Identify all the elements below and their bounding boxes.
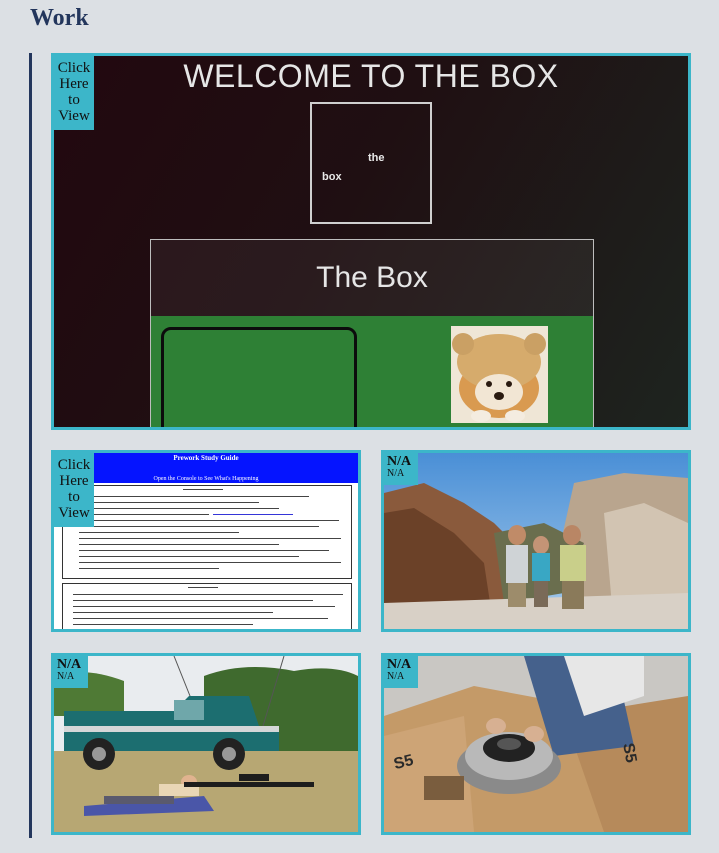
project-card-the-box[interactable]: WELCOME TO THE BOX the box The Box Click…: [51, 53, 691, 430]
project-card-hikers[interactable]: N/A N/A: [381, 450, 691, 632]
na-tag-title: N/A: [387, 657, 412, 672]
na-tag-subtitle: N/A: [57, 671, 75, 682]
box-welcome-heading: WELCOME TO THE BOX: [183, 58, 559, 94]
hikers-photo: [384, 453, 688, 629]
na-tag-title: N/A: [57, 657, 82, 672]
view-tag-line: Here: [59, 473, 89, 489]
guide-heading: Prework Study Guide: [54, 453, 358, 475]
view-tag-line: Here: [59, 76, 89, 92]
section-title: Work: [30, 5, 89, 31]
box-print-right: S5: [619, 741, 640, 765]
na-tag: N/A N/A: [54, 656, 88, 688]
na-tag: N/A N/A: [384, 453, 418, 485]
view-tag[interactable]: Click Here to View: [54, 56, 94, 130]
rotor-photo: S5 S5: [384, 656, 688, 832]
view-tag-line: Click: [57, 457, 91, 473]
box-banner: The Box: [150, 239, 594, 317]
box-logo-the: the: [368, 152, 385, 164]
project-card-rotor[interactable]: S5 S5 N/A N/A: [381, 653, 691, 835]
box-logo: the box: [310, 102, 432, 224]
section-divider: [29, 53, 32, 838]
view-tag[interactable]: Click Here to View: [54, 453, 94, 527]
na-tag: N/A N/A: [384, 656, 418, 688]
guide-subheading: Open the Console to See What's Happening: [54, 475, 358, 483]
na-tag-subtitle: N/A: [387, 468, 405, 479]
box-panel: [161, 327, 357, 427]
shiba-bear-hat-image: [451, 326, 548, 423]
view-tag-line: View: [58, 505, 90, 521]
na-tag-subtitle: N/A: [387, 671, 405, 682]
project-screenshot-study-guide: Prework Study Guide Open the Console to …: [54, 453, 358, 629]
guide-section-css: [62, 583, 352, 629]
box-content-area: [150, 316, 594, 427]
na-tag-title: N/A: [387, 454, 412, 469]
project-card-rifle[interactable]: N/A N/A: [51, 653, 361, 835]
project-card-study-guide[interactable]: Prework Study Guide Open the Console to …: [51, 450, 361, 632]
project-screenshot-the-box: WELCOME TO THE BOX the box The Box: [54, 56, 688, 427]
view-tag-line: to: [68, 489, 80, 505]
view-tag-line: View: [58, 108, 90, 124]
guide-section-html: [62, 485, 352, 579]
view-tag-line: to: [68, 92, 80, 108]
rifle-photo: [54, 656, 358, 832]
box-logo-box: box: [322, 171, 342, 183]
view-tag-line: Click: [57, 60, 91, 76]
